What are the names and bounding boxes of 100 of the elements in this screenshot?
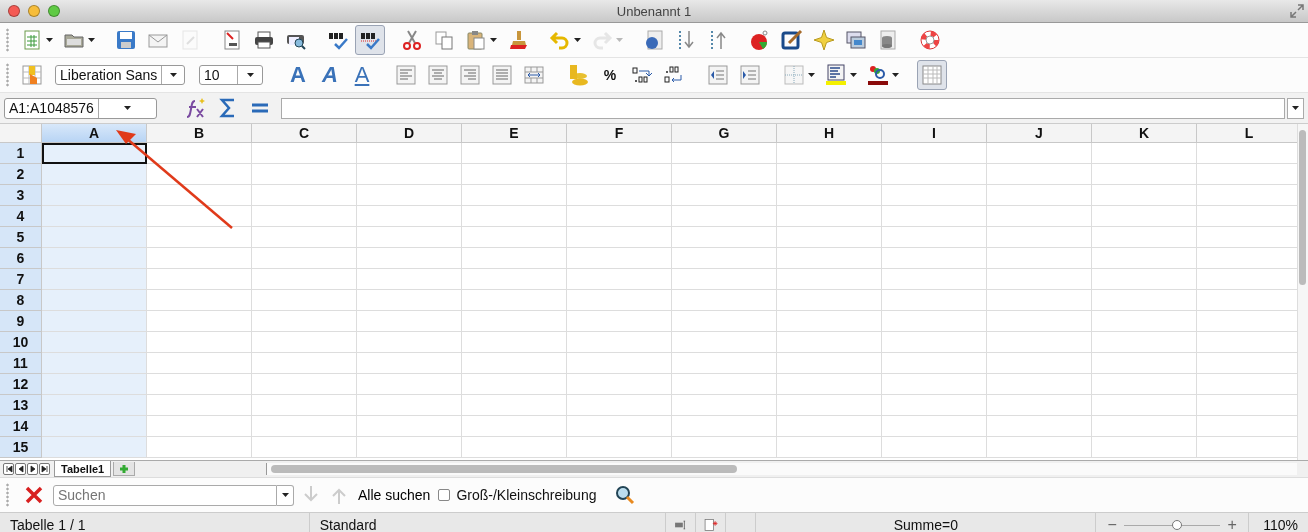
- table-cell[interactable]: [462, 332, 567, 353]
- table-cell[interactable]: [462, 311, 567, 332]
- table-cell[interactable]: [147, 416, 252, 437]
- row-header[interactable]: 4: [0, 206, 42, 227]
- table-cell[interactable]: [357, 269, 462, 290]
- table-cell[interactable]: [357, 332, 462, 353]
- row-header[interactable]: 9: [0, 311, 42, 332]
- table-cell[interactable]: [252, 395, 357, 416]
- table-cell[interactable]: [777, 143, 882, 164]
- row-header[interactable]: 2: [0, 164, 42, 185]
- table-cell[interactable]: [777, 185, 882, 206]
- table-cell[interactable]: [462, 290, 567, 311]
- column-header[interactable]: C: [252, 124, 357, 143]
- table-cell[interactable]: [987, 185, 1092, 206]
- table-cell[interactable]: [567, 311, 672, 332]
- table-cell[interactable]: [882, 227, 987, 248]
- table-cell[interactable]: [567, 185, 672, 206]
- table-cell[interactable]: [42, 374, 147, 395]
- column-header[interactable]: L: [1197, 124, 1297, 143]
- table-cell[interactable]: [777, 332, 882, 353]
- row-header[interactable]: 5: [0, 227, 42, 248]
- table-cell[interactable]: [147, 290, 252, 311]
- table-cell[interactable]: [462, 437, 567, 458]
- column-header[interactable]: F: [567, 124, 672, 143]
- table-cell[interactable]: [252, 164, 357, 185]
- table-cell[interactable]: [567, 164, 672, 185]
- table-cell[interactable]: [147, 143, 252, 164]
- close-button[interactable]: [8, 5, 20, 17]
- table-cell[interactable]: [882, 416, 987, 437]
- column-header[interactable]: G: [672, 124, 777, 143]
- table-cell[interactable]: [252, 374, 357, 395]
- table-cell[interactable]: [147, 248, 252, 269]
- table-cell[interactable]: [357, 185, 462, 206]
- table-cell[interactable]: [567, 353, 672, 374]
- table-cell[interactable]: [672, 437, 777, 458]
- formula-input[interactable]: [281, 97, 1285, 119]
- table-cell[interactable]: [882, 269, 987, 290]
- table-cell[interactable]: [672, 269, 777, 290]
- table-cell[interactable]: [987, 416, 1092, 437]
- table-cell[interactable]: [882, 437, 987, 458]
- row-header[interactable]: 10: [0, 332, 42, 353]
- table-cell[interactable]: [777, 248, 882, 269]
- table-cell[interactable]: [987, 269, 1092, 290]
- table-cell[interactable]: [1092, 374, 1197, 395]
- table-cell[interactable]: [672, 374, 777, 395]
- table-cell[interactable]: [462, 395, 567, 416]
- table-cell[interactable]: [462, 143, 567, 164]
- table-cell[interactable]: [462, 227, 567, 248]
- table-cell[interactable]: [882, 185, 987, 206]
- table-cell[interactable]: [462, 185, 567, 206]
- table-cell[interactable]: [1092, 227, 1197, 248]
- zoom-button[interactable]: [48, 5, 60, 17]
- fullscreen-icon[interactable]: [1290, 4, 1304, 18]
- table-cell[interactable]: [987, 311, 1092, 332]
- table-cell[interactable]: [42, 353, 147, 374]
- table-cell[interactable]: [462, 374, 567, 395]
- table-cell[interactable]: [567, 437, 672, 458]
- table-cell[interactable]: [42, 269, 147, 290]
- table-cell[interactable]: [1092, 332, 1197, 353]
- row-header[interactable]: 13: [0, 395, 42, 416]
- table-cell[interactable]: [672, 206, 777, 227]
- table-cell[interactable]: [882, 248, 987, 269]
- table-cell[interactable]: [672, 164, 777, 185]
- table-cell[interactable]: [1092, 143, 1197, 164]
- table-cell[interactable]: [147, 311, 252, 332]
- table-cell[interactable]: [987, 332, 1092, 353]
- table-cell[interactable]: [357, 227, 462, 248]
- table-cell[interactable]: [987, 227, 1092, 248]
- row-header[interactable]: 3: [0, 185, 42, 206]
- active-cell[interactable]: [42, 143, 147, 164]
- sheet-nav-button[interactable]: [3, 463, 14, 475]
- table-cell[interactable]: [777, 311, 882, 332]
- table-cell[interactable]: [1092, 311, 1197, 332]
- table-cell[interactable]: [147, 353, 252, 374]
- table-cell[interactable]: [987, 290, 1092, 311]
- font-size-field[interactable]: 10: [199, 65, 263, 85]
- table-cell[interactable]: [1092, 437, 1197, 458]
- row-header[interactable]: 14: [0, 416, 42, 437]
- sheet-nav-button[interactable]: [39, 463, 50, 475]
- table-cell[interactable]: [672, 290, 777, 311]
- table-cell[interactable]: [777, 290, 882, 311]
- table-cell[interactable]: [462, 269, 567, 290]
- column-header[interactable]: H: [777, 124, 882, 143]
- table-cell[interactable]: [567, 248, 672, 269]
- table-cell[interactable]: [357, 206, 462, 227]
- table-cell[interactable]: [1092, 290, 1197, 311]
- column-header[interactable]: E: [462, 124, 567, 143]
- table-cell[interactable]: [567, 332, 672, 353]
- row-header[interactable]: 11: [0, 353, 42, 374]
- table-cell[interactable]: [882, 143, 987, 164]
- table-cell[interactable]: [42, 185, 147, 206]
- match-case-checkbox[interactable]: Groß-/Kleinschreibung: [438, 487, 597, 503]
- table-cell[interactable]: [567, 395, 672, 416]
- table-cell[interactable]: [882, 395, 987, 416]
- search-field[interactable]: Suchen: [53, 484, 277, 506]
- minimize-button[interactable]: [28, 5, 40, 17]
- sheet-tab[interactable]: Tabelle1: [54, 461, 112, 477]
- table-cell[interactable]: [252, 206, 357, 227]
- toolbar-button[interactable]: [355, 25, 385, 55]
- table-cell[interactable]: [672, 395, 777, 416]
